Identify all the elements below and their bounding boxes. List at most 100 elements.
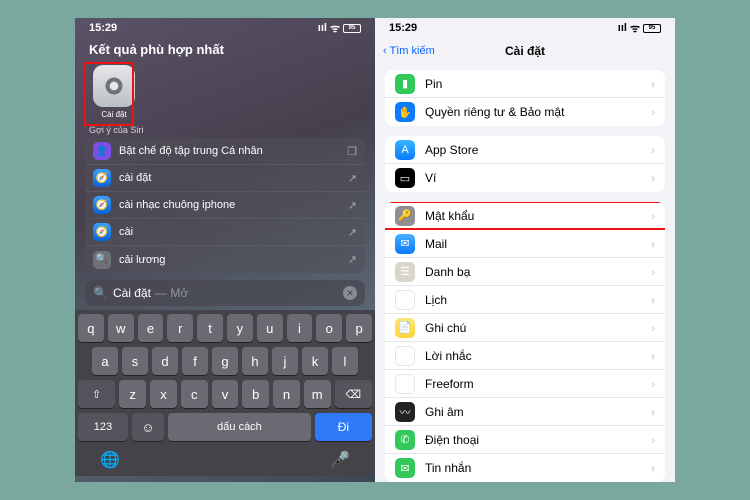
row-label: Ví <box>425 171 436 185</box>
emoji-key[interactable]: ☺ <box>132 413 164 441</box>
page-title: Cài đặt <box>505 44 545 58</box>
globe-icon[interactable]: 🌐 <box>100 450 120 470</box>
key-i[interactable]: i <box>287 314 313 342</box>
settings-row-app-store[interactable]: A App Store › <box>385 136 665 164</box>
siri-suggestions-header: Gợi ý của Siri <box>75 119 375 138</box>
row-label: Ghi chú <box>425 321 466 335</box>
key-t[interactable]: t <box>197 314 223 342</box>
chevron-right-icon: › <box>651 293 655 307</box>
key-u[interactable]: u <box>257 314 283 342</box>
top-result-app[interactable]: Cài đặt <box>87 65 141 119</box>
row-icon: 🔑 <box>395 206 415 226</box>
search-field-row: 🔍 Cài đặt — Mở ✕ <box>75 273 375 310</box>
delete-key[interactable]: ⌫ <box>335 380 372 408</box>
settings-group-1: ▮ Pin ›✋ Quyền riêng tư & Bảo mật › <box>385 70 665 126</box>
settings-row-tin-nh-n[interactable]: ✉ Tin nhắn › <box>385 454 665 482</box>
suggestion-item[interactable]: 👤 Bật chế độ tập trung Cá nhân ❒ <box>85 138 365 165</box>
chevron-right-icon: › <box>651 349 655 363</box>
key-q[interactable]: q <box>78 314 104 342</box>
settings-row-quy-n-ri-ng-t-b-o-m-t[interactable]: ✋ Quyền riêng tư & Bảo mật › <box>385 98 665 126</box>
settings-app-icon <box>93 65 135 107</box>
settings-row-l-ch[interactable]: Lịch › <box>385 286 665 314</box>
chevron-right-icon: › <box>651 209 655 223</box>
suggestion-item[interactable]: 🔍 cải lương ↗ <box>85 246 365 273</box>
focus-icon: 👤 <box>93 142 111 160</box>
key-v[interactable]: v <box>212 380 239 408</box>
settings-row-v-[interactable]: ▭ Ví › <box>385 164 665 192</box>
mic-icon[interactable]: 🎤 <box>330 450 350 470</box>
key-m[interactable]: m <box>304 380 331 408</box>
row-icon: ✉ <box>395 234 415 254</box>
arrow-icon: ↗ <box>348 226 357 239</box>
numbers-key[interactable]: 123 <box>78 413 128 441</box>
settings-group-3: 🔑 Mật khẩu ›✉ Mail ›☰ Danh bạ › Lịch ›📄 … <box>385 202 665 482</box>
row-icon: 📄 <box>395 318 415 338</box>
shift-key[interactable]: ⇧ <box>78 380 115 408</box>
row-label: App Store <box>425 143 478 157</box>
key-d[interactable]: d <box>152 347 178 375</box>
key-y[interactable]: y <box>227 314 253 342</box>
settings-row-freeform[interactable]: ✎ Freeform › <box>385 370 665 398</box>
key-w[interactable]: w <box>108 314 134 342</box>
search-input[interactable]: 🔍 Cài đặt — Mở ✕ <box>85 280 365 306</box>
row-icon: ✉ <box>395 458 415 478</box>
key-f[interactable]: f <box>182 347 208 375</box>
key-g[interactable]: g <box>212 347 238 375</box>
back-button[interactable]: ‹ Tìm kiếm <box>383 45 435 57</box>
battery-icon: 95 <box>343 24 361 33</box>
suggestion-label: Bật chế độ tập trung Cá nhân <box>119 145 263 157</box>
chevron-right-icon: › <box>651 461 655 475</box>
key-j[interactable]: j <box>272 347 298 375</box>
key-s[interactable]: s <box>122 347 148 375</box>
suggestion-label: cải lương <box>119 254 165 266</box>
space-key[interactable]: dấu cách <box>168 413 311 441</box>
row-label: Freeform <box>425 377 474 391</box>
suggestion-item[interactable]: 🧭 cài nhạc chuông iphone ↗ <box>85 192 365 219</box>
status-time: 15:29 <box>389 22 417 34</box>
suggestion-item[interactable]: 🧭 cài ↗ <box>85 219 365 246</box>
chevron-right-icon: › <box>651 377 655 391</box>
key-z[interactable]: z <box>119 380 146 408</box>
safari-icon: 🧭 <box>93 196 111 214</box>
clear-icon[interactable]: ✕ <box>343 286 357 300</box>
row-label: Danh bạ <box>425 265 470 279</box>
settings-row-pin[interactable]: ▮ Pin › <box>385 70 665 98</box>
chevron-right-icon: › <box>651 321 655 335</box>
key-x[interactable]: x <box>150 380 177 408</box>
status-icons: ııl ᯤ 95 <box>318 21 361 36</box>
row-icon: ✆ <box>395 430 415 450</box>
settings-row-ghi-ch-[interactable]: 📄 Ghi chú › <box>385 314 665 342</box>
key-e[interactable]: e <box>138 314 164 342</box>
search-icon: 🔍 <box>93 251 111 269</box>
key-o[interactable]: o <box>316 314 342 342</box>
key-c[interactable]: c <box>181 380 208 408</box>
go-key[interactable]: Đi <box>315 413 372 441</box>
settings-row-m-t-kh-u[interactable]: 🔑 Mật khẩu › <box>385 202 665 230</box>
key-b[interactable]: b <box>242 380 269 408</box>
chevron-right-icon: › <box>651 265 655 279</box>
layers-icon: ❒ <box>347 145 357 158</box>
key-a[interactable]: a <box>92 347 118 375</box>
key-h[interactable]: h <box>242 347 268 375</box>
row-label: Mail <box>425 237 447 251</box>
settings-row--i-n-tho-i[interactable]: ✆ Điện thoại › <box>385 426 665 454</box>
settings-row-mail[interactable]: ✉ Mail › <box>385 230 665 258</box>
row-icon: • <box>395 346 415 366</box>
settings-row-danh-b-[interactable]: ☰ Danh bạ › <box>385 258 665 286</box>
row-label: Điện thoại <box>425 433 479 447</box>
row-icon: ▮ <box>395 74 415 94</box>
key-r[interactable]: r <box>167 314 193 342</box>
row-icon: ✋ <box>395 102 415 122</box>
settings-row-l-i-nh-c[interactable]: • Lời nhắc › <box>385 342 665 370</box>
key-l[interactable]: l <box>332 347 358 375</box>
suggestion-item[interactable]: 🧭 cài đặt ↗ <box>85 165 365 192</box>
signal-icon: ııl <box>618 22 627 34</box>
key-p[interactable]: p <box>346 314 372 342</box>
key-k[interactable]: k <box>302 347 328 375</box>
key-n[interactable]: n <box>273 380 300 408</box>
row-icon: ✎ <box>395 374 415 394</box>
settings-row-ghi-m[interactable]: 〰 Ghi âm › <box>385 398 665 426</box>
row-label: Mật khẩu <box>425 209 474 223</box>
keyboard: qwertyuiop asdfghjkl ⇧zxcvbnm⌫ 123 ☺ dấu… <box>75 310 375 476</box>
row-label: Pin <box>425 77 442 91</box>
